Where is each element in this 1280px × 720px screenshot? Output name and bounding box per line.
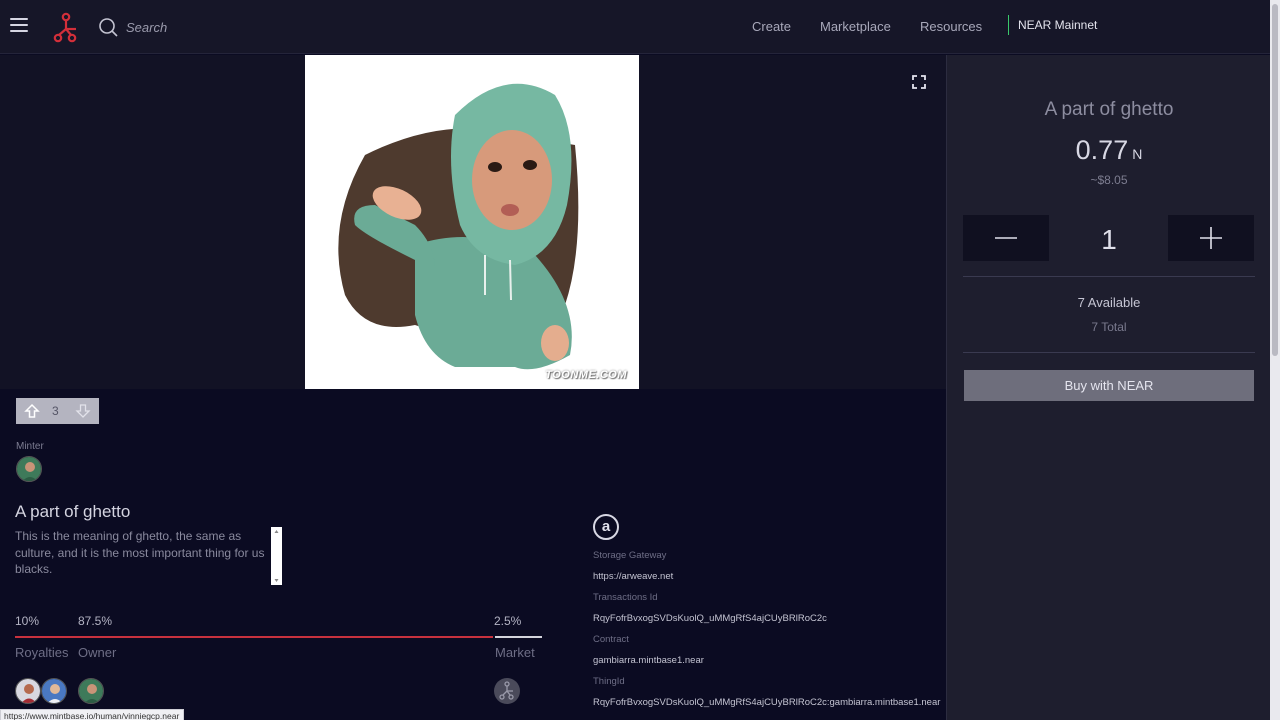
minter-avatar[interactable] <box>16 456 42 482</box>
purchase-panel: A part of ghetto 0.77 N ~$8.05 1 7 Availa… <box>946 55 1270 720</box>
page-scrollbar-thumb[interactable] <box>1272 4 1278 356</box>
buy-with-near-button[interactable]: Buy with NEAR <box>964 370 1254 401</box>
market-share-bar <box>494 636 542 638</box>
nft-description: This is the meaning of ghetto, the same … <box>15 529 265 576</box>
price-value: 0.77 <box>1075 135 1129 165</box>
description-scrollbar[interactable] <box>271 527 282 585</box>
arweave-icon: a <box>593 514 619 540</box>
royalty-holder-avatar[interactable] <box>15 678 41 704</box>
cartoon-boy-in-hoodie-illustration <box>338 83 579 370</box>
contract-value[interactable]: gambiarra.mintbase1.near <box>593 655 704 666</box>
network-selector[interactable]: NEAR Mainnet <box>1008 15 1097 35</box>
market-label: Market <box>495 645 535 660</box>
thing-id-value[interactable]: RqyFofrBvxogSVDsKuolQ_uMMgRfS4ajCUyBRlRo… <box>593 697 940 708</box>
downvote-arrow-icon[interactable] <box>75 403 91 419</box>
status-bar-url: https://www.mintbase.io/human/vinniegcp.… <box>0 709 185 720</box>
nav-link-resources[interactable]: Resources <box>920 19 982 34</box>
transactions-id-label: Transactions Id <box>593 592 658 603</box>
plus-icon <box>1200 227 1222 249</box>
total-count: 7 Total <box>1091 320 1127 334</box>
hamburger-menu-icon[interactable] <box>10 18 28 34</box>
nav-link-marketplace[interactable]: Marketplace <box>820 19 891 34</box>
increase-quantity-button[interactable] <box>1168 215 1254 261</box>
nav-link-create[interactable]: Create <box>752 19 791 34</box>
minter-label: Minter <box>16 441 44 452</box>
nft-title: A part of ghetto <box>15 502 131 521</box>
top-navigation-bar: Create Marketplace Resources NEAR Mainne… <box>0 0 1270 54</box>
mintbase-market-icon <box>499 681 514 700</box>
thing-id-label: ThingId <box>593 676 625 687</box>
available-count: 7 Available <box>1077 295 1141 310</box>
storage-gateway-label: Storage Gateway <box>593 550 667 561</box>
owner-label: Owner <box>78 645 117 660</box>
vote-count: 3 <box>52 404 59 418</box>
owner-avatar[interactable] <box>78 678 104 704</box>
price-unit: N <box>1132 146 1143 162</box>
owner-percentage: 87.5% <box>78 614 113 628</box>
panel-divider <box>963 276 1255 277</box>
panel-divider <box>963 352 1255 353</box>
royalties-label: Royalties <box>15 645 69 660</box>
vote-widget: 3 <box>16 398 99 424</box>
fullscreen-icon[interactable] <box>912 75 926 89</box>
owner-share-bar <box>75 636 493 638</box>
mintbase-logo-icon[interactable] <box>52 12 80 44</box>
image-watermark: TOONME.COM <box>545 369 627 381</box>
nft-artwork: TOONME.COM <box>305 55 639 389</box>
minus-icon <box>995 237 1017 239</box>
contract-label: Contract <box>593 634 629 645</box>
search-input[interactable] <box>126 16 326 38</box>
royalty-holder-avatar[interactable] <box>41 678 67 704</box>
price-usd: ~$8.05 <box>1090 173 1128 187</box>
quantity-value[interactable]: 1 <box>1075 215 1143 261</box>
search-icon[interactable] <box>98 17 118 37</box>
royalties-share-bar <box>15 636 75 638</box>
price-display: 0.77 N <box>947 135 1271 166</box>
market-percentage: 2.5% <box>494 614 522 628</box>
upvote-arrow-icon[interactable] <box>24 403 40 419</box>
storage-gateway-link[interactable]: https://arweave.net <box>593 571 673 582</box>
panel-title: A part of ghetto <box>1044 99 1174 120</box>
transactions-id-value[interactable]: RqyFofrBvxogSVDsKuolQ_uMMgRfS4ajCUyBRlRo… <box>593 613 827 624</box>
decrease-quantity-button[interactable] <box>963 215 1049 261</box>
market-avatar[interactable] <box>494 678 520 704</box>
royalties-percentage: 10% <box>15 614 40 628</box>
